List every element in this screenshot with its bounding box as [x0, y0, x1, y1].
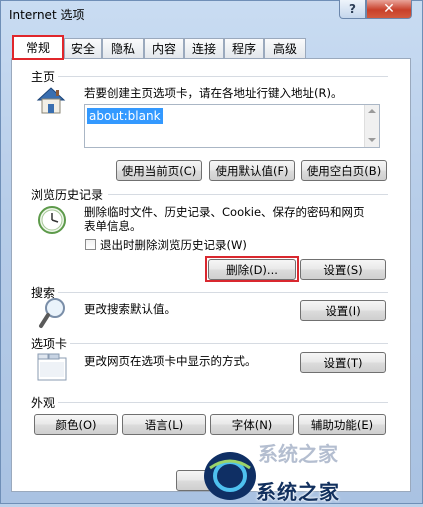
tab-programs[interactable]: 程序	[224, 38, 264, 58]
scroll-down-icon[interactable]	[368, 138, 376, 142]
tabs-divider	[70, 343, 388, 344]
use-current-button[interactable]: 使用当前页(C)	[116, 160, 202, 181]
watermark-text: 系统之家	[256, 480, 340, 504]
search-settings-button[interactable]: 设置(I)	[300, 300, 386, 321]
scroll-up-icon[interactable]	[368, 109, 376, 113]
use-default-button[interactable]: 使用默认值(F)	[209, 160, 295, 181]
delete-on-exit-label[interactable]: 退出时删除浏览历史记录(W)	[100, 238, 247, 252]
tab-privacy[interactable]: 隐私	[102, 38, 144, 58]
homepage-address-input[interactable]: about:blank	[84, 104, 380, 148]
history-settings-button[interactable]: 设置(S)	[300, 259, 386, 280]
tab-content[interactable]: 内容	[144, 38, 184, 58]
homepage-address-value: about:blank	[87, 108, 163, 124]
homepage-description: 若要创建主页选项卡，请在各地址行键入地址(R)。	[84, 86, 343, 100]
history-description-line2: 表单信息。	[84, 219, 142, 233]
use-blank-button[interactable]: 使用空白页(B)	[301, 160, 387, 181]
close-button[interactable]: ✕	[366, 0, 412, 19]
delete-on-exit-checkbox[interactable]	[85, 239, 96, 250]
tabs-settings-button[interactable]: 设置(T)	[300, 352, 386, 373]
history-heading: 浏览历史记录	[31, 188, 104, 202]
clock-icon	[36, 204, 68, 236]
homepage-heading: 主页	[31, 70, 56, 84]
homepage-divider	[58, 76, 388, 77]
tab-general[interactable]: 常规	[12, 35, 64, 60]
watermark-faint-text: 系统之家	[258, 442, 338, 466]
tabs-heading: 选项卡	[31, 337, 68, 351]
delete-history-button[interactable]: 删除(D)...	[208, 259, 296, 280]
search-divider	[58, 292, 388, 293]
window-title: Internet 选项	[9, 8, 85, 22]
tabs-description: 更改网页在选项卡中显示的方式。	[84, 354, 257, 368]
tab-connections[interactable]: 连接	[184, 38, 224, 58]
magnifier-icon	[38, 296, 68, 330]
search-description: 更改搜索默认值。	[84, 302, 176, 316]
appearance-heading: 外观	[31, 396, 56, 410]
colors-button[interactable]: 颜色(O)	[34, 414, 118, 435]
history-description-line1: 删除临时文件、历史记录、Cookie、保存的密码和网页	[84, 205, 365, 219]
house-icon	[34, 84, 68, 116]
help-button[interactable]: ?	[339, 0, 366, 19]
fonts-button[interactable]: 字体(N)	[210, 414, 294, 435]
tab-advanced[interactable]: 高级	[264, 38, 306, 58]
tab-security[interactable]: 安全	[64, 38, 102, 58]
appearance-divider	[58, 402, 388, 403]
accessibility-button[interactable]: 辅助功能(E)	[298, 414, 386, 435]
history-divider	[108, 194, 388, 195]
homepage-scrollbar[interactable]	[364, 105, 379, 147]
languages-button[interactable]: 语言(L)	[122, 414, 206, 435]
tabbed-window-icon	[36, 352, 68, 382]
